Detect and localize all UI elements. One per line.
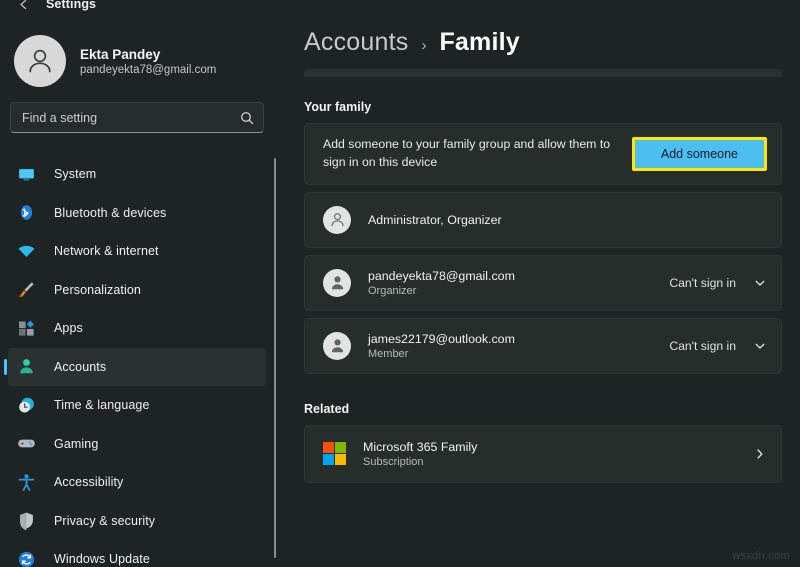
member-name: james22179@outlook.com: [368, 332, 515, 346]
sidebar-item-label: Time & language: [54, 398, 150, 412]
person-avatar-outline-icon: [323, 206, 351, 234]
sidebar-item-label: Privacy & security: [54, 514, 155, 528]
sidebar-item-label: Network & internet: [54, 244, 159, 258]
sidebar-item-network-internet[interactable]: Network & internet: [8, 232, 266, 271]
add-someone-button[interactable]: Add someone: [635, 140, 764, 168]
sidebar-item-system[interactable]: System: [8, 155, 266, 194]
sidebar-item-label: Personalization: [54, 283, 141, 297]
window-titlebar: Settings: [0, 0, 800, 16]
clock-globe-icon: [16, 395, 36, 415]
gamepad-icon: [16, 434, 36, 454]
status-badge: Can't sign in: [669, 339, 736, 353]
monitor-icon: [16, 164, 36, 184]
sidebar: Ekta Pandey pandeyekta78@gmail.com Syste…: [0, 0, 276, 567]
related-item-title: Microsoft 365 Family: [363, 440, 477, 454]
apps-grid-icon: [16, 318, 36, 338]
sidebar-item-label: Accessibility: [54, 475, 123, 489]
section-heading-related: Related: [304, 402, 800, 416]
chevron-down-icon[interactable]: [753, 276, 767, 290]
table-row[interactable]: pandeyekta78@gmail.com Organizer Can't s…: [304, 255, 782, 311]
person-avatar-icon: [14, 35, 66, 87]
member-name: pandeyekta78@gmail.com: [368, 269, 515, 283]
main-content: Accounts › Family Your family Add someon…: [276, 0, 800, 567]
related-item-subtitle: Subscription: [363, 456, 477, 468]
wifi-icon: [16, 241, 36, 261]
sidebar-item-label: System: [54, 167, 96, 181]
accessibility-icon: [16, 472, 36, 492]
paintbrush-icon: [16, 280, 36, 300]
back-arrow-icon[interactable]: [14, 0, 32, 13]
sidebar-item-personalization[interactable]: Personalization: [8, 271, 266, 310]
chevron-down-icon[interactable]: [753, 339, 767, 353]
sidebar-item-windows-update[interactable]: Windows Update: [8, 540, 266, 567]
sidebar-item-label: Windows Update: [54, 552, 150, 566]
sidebar-item-gaming[interactable]: Gaming: [8, 425, 266, 464]
sidebar-item-label: Apps: [54, 321, 83, 335]
add-someone-highlight: Add someone: [632, 137, 767, 171]
sidebar-item-apps[interactable]: Apps: [8, 309, 266, 348]
shield-icon: [16, 511, 36, 531]
page-title: Family: [439, 28, 519, 57]
sidebar-item-label: Accounts: [54, 360, 106, 374]
table-row[interactable]: james22179@outlook.com Member Can't sign…: [304, 318, 782, 374]
window-title: Settings: [46, 0, 96, 11]
sidebar-item-time-language[interactable]: Time & language: [8, 386, 266, 425]
chevron-right-icon: ›: [421, 37, 426, 54]
watermark: wsxdn.com: [732, 550, 790, 562]
profile-email: pandeyekta78@gmail.com: [80, 64, 216, 76]
profile-name: Ekta Pandey: [80, 47, 216, 62]
person-avatar-icon: [323, 269, 351, 297]
update-sync-icon: [16, 549, 36, 567]
member-role: Organizer: [368, 285, 515, 297]
breadcrumb-parent[interactable]: Accounts: [304, 28, 408, 57]
sidebar-nav: System Bluetooth & devices Network & int…: [0, 155, 276, 567]
search-icon[interactable]: [240, 111, 254, 125]
add-someone-card: Add someone to your family group and all…: [304, 123, 782, 185]
scrolled-card-sliver: [304, 69, 782, 77]
table-row[interactable]: Administrator, Organizer: [304, 192, 782, 248]
member-role: Member: [368, 348, 515, 360]
sidebar-item-accessibility[interactable]: Accessibility: [8, 463, 266, 502]
sidebar-item-bluetooth-devices[interactable]: Bluetooth & devices: [8, 194, 266, 233]
person-icon: [16, 357, 36, 377]
search-input[interactable]: [22, 111, 240, 125]
chevron-right-icon[interactable]: [753, 447, 767, 461]
sidebar-item-label: Gaming: [54, 437, 98, 451]
search-box[interactable]: [10, 102, 264, 133]
status-badge: Can't sign in: [669, 276, 736, 290]
list-item[interactable]: Microsoft 365 Family Subscription: [304, 425, 782, 483]
bluetooth-icon: [16, 203, 36, 223]
sidebar-item-label: Bluetooth & devices: [54, 206, 166, 220]
add-someone-description: Add someone to your family group and all…: [323, 136, 632, 172]
microsoft-logo-icon: [323, 442, 346, 465]
person-avatar-icon: [323, 332, 351, 360]
member-name: Administrator, Organizer: [368, 213, 502, 227]
sidebar-item-accounts[interactable]: Accounts: [8, 348, 266, 387]
sidebar-item-privacy-security[interactable]: Privacy & security: [8, 502, 266, 541]
section-heading-your-family: Your family: [304, 100, 800, 114]
